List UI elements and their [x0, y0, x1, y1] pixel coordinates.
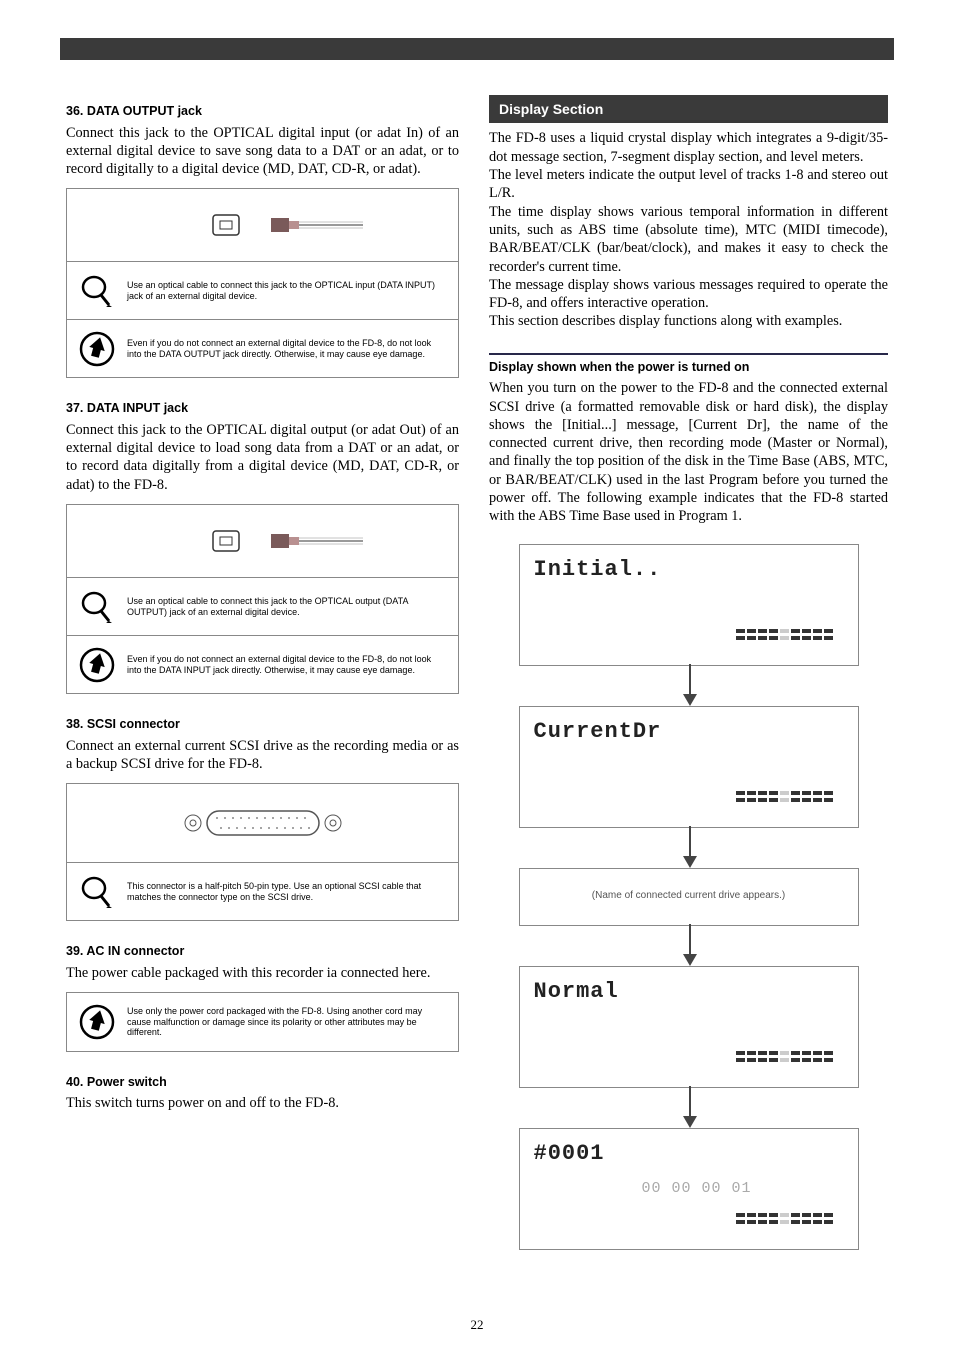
- section-38-hint: This connector is a half-pitch 50-pin ty…: [127, 881, 446, 903]
- caution-icon: [79, 1004, 115, 1040]
- section-39-body: The power cable packaged with this recor…: [66, 964, 459, 982]
- magnifier-icon: [79, 874, 115, 910]
- section-38-figure: This connector is a half-pitch 50-pin ty…: [66, 783, 459, 921]
- section-36-body: Connect this jack to the OPTICAL digital…: [66, 124, 459, 179]
- lcd-panel-initial: Initial..: [519, 544, 859, 666]
- level-meter-icon: [736, 791, 846, 815]
- poweron-body: When you turn on the power to the FD-8 a…: [489, 379, 888, 525]
- arrow-down-icon: [689, 664, 691, 704]
- lcd-panel-currentdr: CurrentDr: [519, 706, 859, 828]
- magnifier-icon: [79, 273, 115, 309]
- divider: [489, 353, 888, 355]
- display-sequence: Initial.. CurrentDr (Name of connected c…: [519, 544, 859, 1250]
- page-number: 22: [0, 1317, 954, 1333]
- lcd-text: Initial..: [534, 555, 662, 584]
- left-column: 36. DATA OUTPUT jack Connect this jack t…: [66, 95, 459, 1311]
- right-column: Display Section The FD-8 uses a liquid c…: [489, 95, 888, 1311]
- level-meter-icon: [736, 1213, 846, 1237]
- level-meter-icon: [736, 629, 846, 653]
- section-36-figure: Use an optical cable to connect this jac…: [66, 188, 459, 378]
- lcd-panel-program: #0001 00 00 00 01: [519, 1128, 859, 1250]
- display-section-heading: Display Section: [489, 95, 888, 123]
- header-bar: [60, 38, 894, 60]
- optical-jack-icon: [153, 205, 373, 245]
- section-36-caution: Even if you do not connect an external d…: [127, 338, 446, 360]
- lcd-panel-normal: Normal: [519, 966, 859, 1088]
- poweron-heading: Display shown when the power is turned o…: [489, 359, 888, 376]
- section-40-body: This switch turns power on and off to th…: [66, 1094, 459, 1112]
- section-37-heading: 37. DATA INPUT jack: [66, 400, 459, 417]
- section-39-figure: Use only the power cord packaged with th…: [66, 992, 459, 1052]
- section-37-figure: Use an optical cable to connect this jac…: [66, 504, 459, 694]
- section-36-heading: 36. DATA OUTPUT jack: [66, 103, 459, 120]
- section-38-heading: 38. SCSI connector: [66, 716, 459, 733]
- section-39-caution: Use only the power cord packaged with th…: [127, 1006, 446, 1038]
- section-40-heading: 40. Power switch: [66, 1074, 459, 1091]
- intro-p2: The level meters indicate the output lev…: [489, 166, 888, 203]
- magnifier-icon: [79, 589, 115, 625]
- intro-p3: The time display shows various temporal …: [489, 203, 888, 276]
- intro-p5: This section describes display functions…: [489, 312, 888, 330]
- drive-name-caption: (Name of connected current drive appears…: [520, 889, 858, 902]
- arrow-down-icon: [689, 1086, 691, 1126]
- level-meter-icon: [736, 1051, 846, 1075]
- section-36-hint: Use an optical cable to connect this jac…: [127, 280, 446, 302]
- section-37-body: Connect this jack to the OPTICAL digital…: [66, 421, 459, 494]
- caution-icon: [79, 331, 115, 367]
- lcd-text: CurrentDr: [534, 717, 662, 746]
- intro-p4: The message display shows various messag…: [489, 276, 888, 313]
- lcd-text: #0001: [534, 1139, 605, 1168]
- optical-jack-icon: [153, 521, 373, 561]
- lcd-panel-drivename: (Name of connected current drive appears…: [519, 868, 859, 926]
- section-38-body: Connect an external current SCSI drive a…: [66, 737, 459, 774]
- section-37-caution: Even if you do not connect an external d…: [127, 654, 446, 676]
- page-content: 36. DATA OUTPUT jack Connect this jack t…: [66, 95, 888, 1311]
- intro-p1: The FD-8 uses a liquid crystal display w…: [489, 129, 888, 166]
- lcd-text: Normal: [534, 977, 619, 1006]
- section-39-heading: 39. AC IN connector: [66, 943, 459, 960]
- caution-icon: [79, 647, 115, 683]
- section-37-hint: Use an optical cable to connect this jac…: [127, 596, 446, 618]
- arrow-down-icon: [689, 924, 691, 964]
- lcd-time: 00 00 00 01: [642, 1179, 752, 1199]
- arrow-down-icon: [689, 826, 691, 866]
- scsi-connector-icon: [173, 803, 353, 843]
